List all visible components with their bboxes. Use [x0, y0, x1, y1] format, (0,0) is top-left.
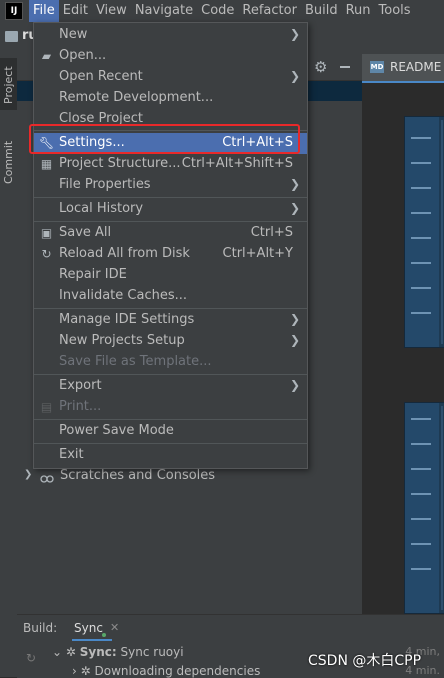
readme-image-preview	[404, 116, 444, 348]
menu-file[interactable]: File	[29, 0, 59, 22]
project-tool-tab[interactable]: Project	[0, 58, 17, 110]
chevron-down-icon[interactable]: ⌄	[52, 645, 62, 659]
menu-item-open-recent[interactable]: Open Recent ❯	[34, 67, 307, 88]
menu-navigate[interactable]: Navigate	[131, 0, 197, 22]
build-tree-row-downloading[interactable]: › ✲ Downloading dependencies	[72, 664, 260, 678]
gear-icon[interactable]: ⚙	[314, 58, 327, 76]
menu-item-save-file-as-template: Save File as Template...	[59, 354, 212, 369]
menu-refactor[interactable]: Refactor	[238, 0, 301, 22]
menu-item-save-all[interactable]: ▣ Save All Ctrl+S	[34, 223, 307, 244]
menu-item-repair-ide[interactable]: Repair IDE	[34, 265, 307, 286]
chevron-right-icon: ❯	[289, 177, 300, 191]
downloading-label: Downloading dependencies	[94, 664, 261, 678]
sync-project-name: Sync ruoyi	[120, 645, 184, 659]
close-icon[interactable]: ✕	[110, 621, 119, 634]
menu-code[interactable]: Code	[197, 0, 238, 22]
menu-run[interactable]: Run	[342, 0, 375, 22]
menu-item-power-save-mode[interactable]: Power Save Mode	[34, 421, 307, 442]
menu-item-reload-all[interactable]: ↻ Reload All from Disk Ctrl+Alt+Y	[34, 244, 307, 265]
active-tab-indicator	[72, 639, 112, 641]
file-menu-dropdown: New ❯ ▰ Open... Open Recent ❯ Remote Dev…	[33, 22, 308, 469]
menu-edit[interactable]: Edit	[59, 0, 92, 22]
menu-separator	[34, 130, 307, 131]
menu-view[interactable]: View	[92, 0, 131, 22]
project-structure-icon: ▦	[40, 157, 53, 171]
menu-item-close-project[interactable]: Close Project	[34, 109, 307, 130]
project-tool-tab-label: Project	[2, 66, 15, 104]
menu-item-file-properties[interactable]: File Properties ❯	[34, 175, 307, 196]
menu-item-exit[interactable]: Exit	[34, 445, 307, 466]
chevron-right-icon: ❯	[289, 27, 300, 41]
folder-icon: ▰	[41, 49, 52, 63]
menu-separator	[34, 443, 307, 444]
menu-separator	[34, 374, 307, 375]
scratches-icon	[40, 475, 54, 483]
readme-image-preview	[404, 402, 444, 614]
print-icon: ▤	[40, 400, 53, 414]
save-icon: ▣	[40, 226, 53, 240]
menu-item-new-projects-setup[interactable]: New Projects Setup ❯	[34, 331, 307, 352]
chevron-right-icon[interactable]: ❯	[24, 469, 32, 480]
chevron-right-icon: ❯	[289, 201, 300, 215]
build-tab-sync[interactable]: Sync	[74, 621, 103, 635]
rerun-icon[interactable]: ↻	[26, 651, 36, 665]
chevron-right-icon: ❯	[289, 378, 300, 392]
menu-item-settings[interactable]: 🔧︎ Settings... Ctrl+Alt+S	[34, 133, 307, 154]
menu-item-invalidate-caches[interactable]: Invalidate Caches...	[34, 286, 307, 307]
reload-icon: ↻	[41, 247, 52, 261]
spinner-icon: ✲	[80, 664, 91, 678]
menu-item-remote-development[interactable]: Remote Development...	[34, 88, 307, 109]
commit-tool-tab[interactable]: Commit	[0, 134, 17, 190]
menu-separator	[34, 308, 307, 309]
spinner-icon: ✲	[65, 645, 76, 659]
menu-separator	[34, 419, 307, 420]
csdn-watermark: CSDN @木白CPP	[308, 653, 422, 669]
menu-item-export[interactable]: Export ❯	[34, 376, 307, 397]
menu-separator	[34, 197, 307, 198]
menu-item-new[interactable]: New ❯	[34, 25, 307, 46]
menu-bar: IJ File Edit View Navigate Code Refactor…	[0, 0, 444, 22]
intellij-logo-icon: IJ	[5, 2, 23, 20]
left-tool-strip: Project Commit	[0, 54, 18, 677]
minimize-icon[interactable]	[340, 66, 350, 68]
menu-build[interactable]: Build	[301, 0, 342, 22]
editor-tab-readme[interactable]: MD README	[362, 54, 444, 83]
sync-label: Sync:	[79, 645, 117, 659]
menu-item-open[interactable]: ▰ Open...	[34, 46, 307, 67]
project-folder-icon	[5, 31, 18, 42]
build-panel-title: Build:	[23, 621, 58, 635]
build-tree-row-sync[interactable]: ⌄ ✲ Sync: Sync ruoyi	[52, 645, 184, 659]
chevron-right-icon[interactable]: ›	[72, 664, 77, 678]
menu-item-print: ▤ Print...	[40, 399, 102, 414]
menu-tools[interactable]: Tools	[375, 0, 415, 22]
editor-tab-label: README	[390, 60, 442, 74]
sync-status-dot	[102, 633, 106, 637]
tree-item-scratches[interactable]: Scratches and Consoles	[60, 468, 215, 483]
chevron-right-icon: ❯	[289, 69, 300, 83]
wrench-icon: 🔧︎	[39, 136, 55, 150]
menu-item-project-structure[interactable]: ▦ Project Structure... Ctrl+Alt+Shift+S	[34, 154, 307, 175]
chevron-right-icon: ❯	[289, 333, 300, 347]
menu-item-manage-ide-settings[interactable]: Manage IDE Settings ❯	[34, 310, 307, 331]
editor-area: MD README	[362, 54, 444, 614]
menu-item-local-history[interactable]: Local History ❯	[34, 199, 307, 220]
commit-tool-tab-label: Commit	[2, 140, 15, 184]
menu-separator	[34, 221, 307, 222]
chevron-right-icon: ❯	[289, 312, 300, 326]
markdown-file-icon: MD	[370, 61, 384, 73]
